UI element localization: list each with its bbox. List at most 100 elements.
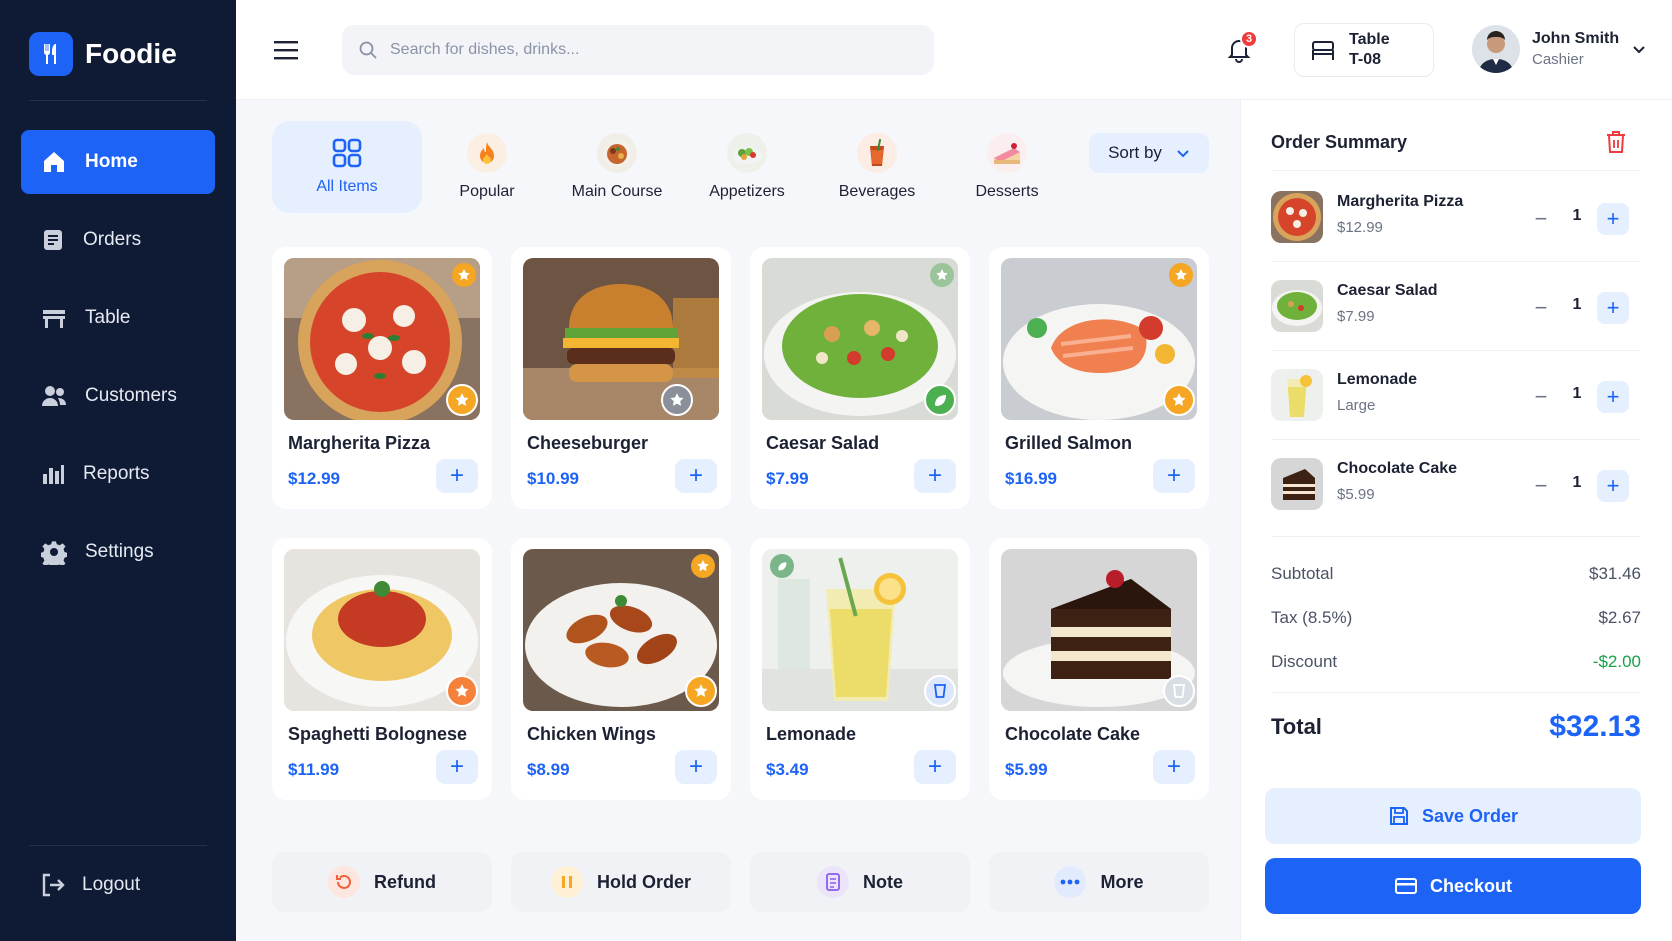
logout-button[interactable]: Logout <box>40 872 140 898</box>
leaf-icon <box>924 384 956 416</box>
decrease-quantity-button[interactable]: − <box>1527 294 1555 322</box>
product-name: Lemonade <box>766 724 857 744</box>
gear-icon <box>41 541 67 565</box>
product-card[interactable]: Caesar Salad $7.99 + <box>750 247 970 509</box>
sidebar-item-settings[interactable]: Settings <box>21 520 215 584</box>
decrease-quantity-button[interactable]: − <box>1527 205 1555 233</box>
leaf-icon <box>770 554 794 578</box>
chevron-down-icon <box>1177 150 1189 158</box>
divider <box>1271 439 1641 440</box>
save-order-button[interactable]: Save Order <box>1265 788 1641 844</box>
hamburger-icon <box>274 41 298 60</box>
sidebar-item-label: Home <box>85 151 138 172</box>
tab-label: Appetizers <box>709 183 785 200</box>
product-card[interactable]: Cheeseburger $10.99 + <box>511 247 731 509</box>
increase-quantity-button[interactable]: + <box>1597 381 1629 413</box>
more-button[interactable]: More <box>989 852 1209 912</box>
tab-main-course[interactable]: Main Course <box>552 121 682 213</box>
total-row: Total $32.13 <box>1271 710 1641 744</box>
clear-order-button[interactable] <box>1605 130 1627 159</box>
product-price: $8.99 <box>527 760 570 779</box>
divider <box>1271 261 1641 262</box>
hamburger-menu-button[interactable] <box>272 36 300 64</box>
credit-card-icon <box>1394 878 1417 894</box>
chocolate-cake-thumbnail <box>1271 458 1323 510</box>
star-icon <box>691 554 715 578</box>
order-item: Chocolate Cake $5.99 − 1 + <box>1271 448 1641 520</box>
add-to-order-button[interactable]: + <box>914 459 956 493</box>
divider <box>29 100 207 101</box>
add-to-order-button[interactable]: + <box>914 750 956 784</box>
search-icon <box>359 41 377 59</box>
refund-button[interactable]: Refund <box>272 852 492 912</box>
tab-beverages[interactable]: Beverages <box>812 121 942 213</box>
add-to-order-button[interactable]: + <box>436 459 478 493</box>
star-icon <box>930 263 954 287</box>
salad-thumbnail <box>1271 280 1323 332</box>
product-card[interactable]: Lemonade $3.49 + <box>750 538 970 800</box>
quantity-value: 1 <box>1572 296 1582 313</box>
table-selector[interactable]: Table T-08 <box>1294 23 1434 77</box>
divider <box>1271 692 1641 693</box>
increase-quantity-button[interactable]: + <box>1597 203 1629 235</box>
tab-label: Popular <box>459 183 515 200</box>
sidebar-item-label: Orders <box>83 229 142 250</box>
product-card[interactable]: Chocolate Cake $5.99 + <box>989 538 1209 800</box>
add-to-order-button[interactable]: + <box>436 750 478 784</box>
product-card[interactable]: Spaghetti Bolognese $11.99 + <box>272 538 492 800</box>
sidebar-item-orders[interactable]: Orders <box>21 208 215 272</box>
product-price: $7.99 <box>766 469 809 488</box>
note-button[interactable]: Note <box>750 852 970 912</box>
add-to-order-button[interactable]: + <box>1153 459 1195 493</box>
total-label: Total <box>1271 714 1322 739</box>
increase-quantity-button[interactable]: + <box>1597 292 1629 324</box>
notifications-button[interactable]: 3 <box>1224 30 1258 66</box>
total-value: $32.13 <box>1549 710 1641 743</box>
product-card[interactable]: Chicken Wings $8.99 + <box>511 538 731 800</box>
tab-label: All Items <box>316 178 378 195</box>
search-input[interactable] <box>390 41 910 59</box>
product-card[interactable]: Margherita Pizza $12.99 + <box>272 247 492 509</box>
sidebar-item-home[interactable]: Home <box>21 130 215 194</box>
tab-appetizers[interactable]: Appetizers <box>682 121 812 213</box>
fork-knife-icon <box>29 32 73 76</box>
sidebar-item-customers[interactable]: Customers <box>21 364 215 428</box>
hold-order-button[interactable]: Hold Order <box>511 852 731 912</box>
decrease-quantity-button[interactable]: − <box>1527 383 1555 411</box>
add-to-order-button[interactable]: + <box>1153 750 1195 784</box>
trash-icon <box>1607 131 1625 153</box>
order-item-size: Large <box>1337 397 1376 414</box>
sidebar-item-table[interactable]: Table <box>21 286 215 350</box>
discount-row: Discount -$2.00 <box>1271 652 1641 672</box>
home-icon <box>44 152 64 172</box>
product-price: $5.99 <box>1005 760 1048 779</box>
order-item: Margherita Pizza $12.99 − 1 + <box>1271 181 1641 253</box>
product-name: Margherita Pizza <box>288 433 431 453</box>
star-icon <box>446 675 478 707</box>
sidebar-item-reports[interactable]: Reports <box>21 442 215 506</box>
tab-desserts[interactable]: Desserts <box>942 121 1072 213</box>
tab-popular[interactable]: Popular <box>422 121 552 213</box>
avatar <box>1472 25 1520 73</box>
sidebar-nav: Home Orders Table Customers Reports Sett… <box>21 130 215 598</box>
divider <box>1271 170 1641 171</box>
logout-label: Logout <box>82 874 141 895</box>
refund-icon <box>328 866 360 898</box>
star-icon <box>1163 384 1195 416</box>
add-to-order-button[interactable]: + <box>675 459 717 493</box>
checkout-button[interactable]: Checkout <box>1265 858 1641 914</box>
divider <box>29 845 207 846</box>
brand[interactable]: Foodie <box>29 32 177 76</box>
decrease-quantity-button[interactable]: − <box>1527 472 1555 500</box>
save-icon <box>1389 807 1408 825</box>
notification-badge: 3 <box>1240 30 1258 48</box>
add-to-order-button[interactable]: + <box>675 750 717 784</box>
drink-icon <box>1163 675 1195 707</box>
sort-by-dropdown[interactable]: Sort by <box>1089 133 1209 173</box>
order-item-name: Caesar Salad <box>1337 282 1438 299</box>
increase-quantity-button[interactable]: + <box>1597 470 1629 502</box>
user-menu[interactable]: John Smith Cashier <box>1472 25 1647 73</box>
product-card[interactable]: Grilled Salmon $16.99 + <box>989 247 1209 509</box>
tab-all-items[interactable]: All Items <box>272 121 422 213</box>
clipboard-icon <box>44 230 62 250</box>
